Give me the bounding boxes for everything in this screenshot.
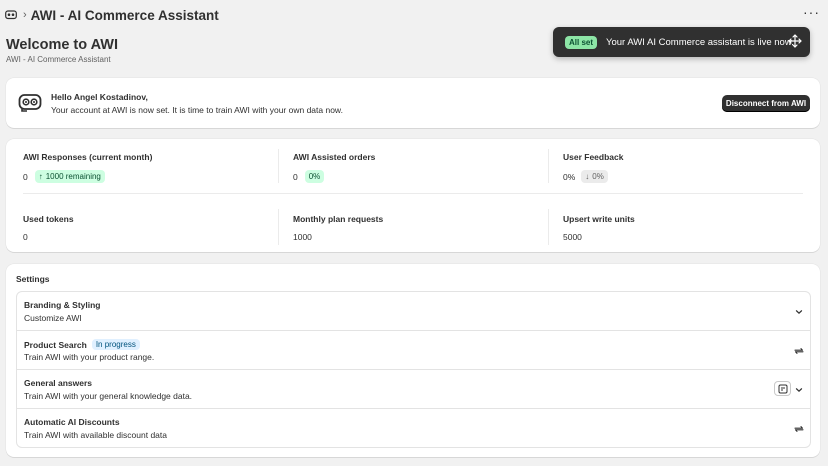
stat-responses: AWI Responses (current month) 0 ↑ 1000 r… <box>23 152 281 183</box>
stat-label: User Feedback <box>563 152 624 162</box>
stat-feedback: User Feedback 0% ↓ 0% <box>563 152 821 183</box>
row-divider <box>23 193 803 194</box>
row-description: Train AWI with your product range. <box>24 352 155 362</box>
divider <box>548 209 549 245</box>
stat-orders: AWI Assisted orders 0 0% <box>293 152 551 183</box>
drag-move-icon[interactable] <box>788 34 802 48</box>
stat-value: 0 <box>23 171 28 182</box>
success-toast: All set Your AWI AI Commerce assistant i… <box>553 27 810 57</box>
stat-label: Upsert write units <box>563 214 635 224</box>
toast-message: Your AWI AI Commerce assistant is live n… <box>606 36 794 48</box>
stat-plan-requests: Monthly plan requests 1000 <box>293 214 551 242</box>
stat-label: Monthly plan requests <box>293 214 384 224</box>
disconnect-button[interactable]: Disconnect from AWI <box>722 95 810 112</box>
row-title: General answers <box>24 378 93 388</box>
divider <box>278 209 279 245</box>
refresh-icon[interactable] <box>793 422 805 434</box>
row-title: Product Search <box>24 339 87 350</box>
chevron-down-icon[interactable] <box>793 305 805 317</box>
stat-label: Used tokens <box>23 214 74 224</box>
welcome-card: Hello Angel Kostadinov, Your account at … <box>6 78 820 128</box>
row-description: Train AWI with available discount data <box>24 430 167 440</box>
in-progress-badge: In progress <box>91 339 140 350</box>
settings-card: Settings Branding & Styling Customize AW… <box>6 264 820 457</box>
breadcrumb-chevron-icon: › <box>23 9 27 21</box>
settings-row-product-search[interactable]: Product Search In progress Train AWI wit… <box>17 331 810 370</box>
stat-label: AWI Assisted orders <box>293 152 376 162</box>
settings-row-general-answers[interactable]: General answers Train AWI with your gene… <box>17 370 810 409</box>
divider <box>278 149 279 183</box>
stat-value: 0% <box>563 171 576 182</box>
arrow-up-icon: ↑ <box>38 172 43 181</box>
robot-avatar-icon <box>18 90 42 114</box>
stat-value: 0 <box>293 171 298 182</box>
page-title: Welcome to AWI <box>6 37 118 53</box>
app-logo-icon <box>5 10 17 20</box>
edit-note-icon[interactable] <box>774 381 791 396</box>
feedback-change-text: 0% <box>592 172 604 181</box>
page-subtitle: AWI - AI Commerce Assistant <box>6 55 111 64</box>
top-bar: › AWI - AI Commerce Assistant ··· <box>0 0 828 30</box>
app-title: AWI - AI Commerce Assistant <box>30 7 219 23</box>
greeting-text: Hello Angel Kostadinov, <box>51 92 148 102</box>
feedback-change-badge: ↓ 0% <box>581 170 608 183</box>
remaining-badge-text: 1000 remaining <box>45 172 101 181</box>
stats-card: AWI Responses (current month) 0 ↑ 1000 r… <box>6 139 820 252</box>
settings-title: Settings <box>16 274 50 284</box>
orders-percent-badge: 0% <box>304 170 325 183</box>
toast-status-badge: All set <box>565 35 598 49</box>
stat-tokens: Used tokens 0 <box>23 214 281 242</box>
arrow-down-icon: ↓ <box>585 172 590 181</box>
remaining-badge: ↑ 1000 remaining <box>34 170 105 183</box>
row-description: Train AWI with your general knowledge da… <box>24 391 193 401</box>
chevron-down-icon[interactable] <box>793 383 805 395</box>
stat-upsert: Upsert write units 5000 <box>563 214 821 242</box>
row-description: Customize AWI <box>24 313 82 323</box>
stat-label: AWI Responses (current month) <box>23 152 153 162</box>
divider <box>548 149 549 183</box>
more-dots-icon[interactable]: ··· <box>803 5 820 19</box>
stat-value: 5000 <box>563 232 582 242</box>
stat-value: 1000 <box>293 232 312 242</box>
settings-row-ai-discounts[interactable]: Automatic AI Discounts Train AWI with av… <box>17 409 810 447</box>
settings-row-branding[interactable]: Branding & Styling Customize AWI <box>17 292 810 331</box>
row-title: Automatic AI Discounts <box>24 417 120 427</box>
settings-list: Branding & Styling Customize AWI Product… <box>16 291 811 448</box>
welcome-message: Your account at AWI is now set. It is ti… <box>51 105 343 115</box>
refresh-icon[interactable] <box>793 344 805 356</box>
stat-value: 0 <box>23 232 28 242</box>
row-title: Branding & Styling <box>24 300 101 310</box>
